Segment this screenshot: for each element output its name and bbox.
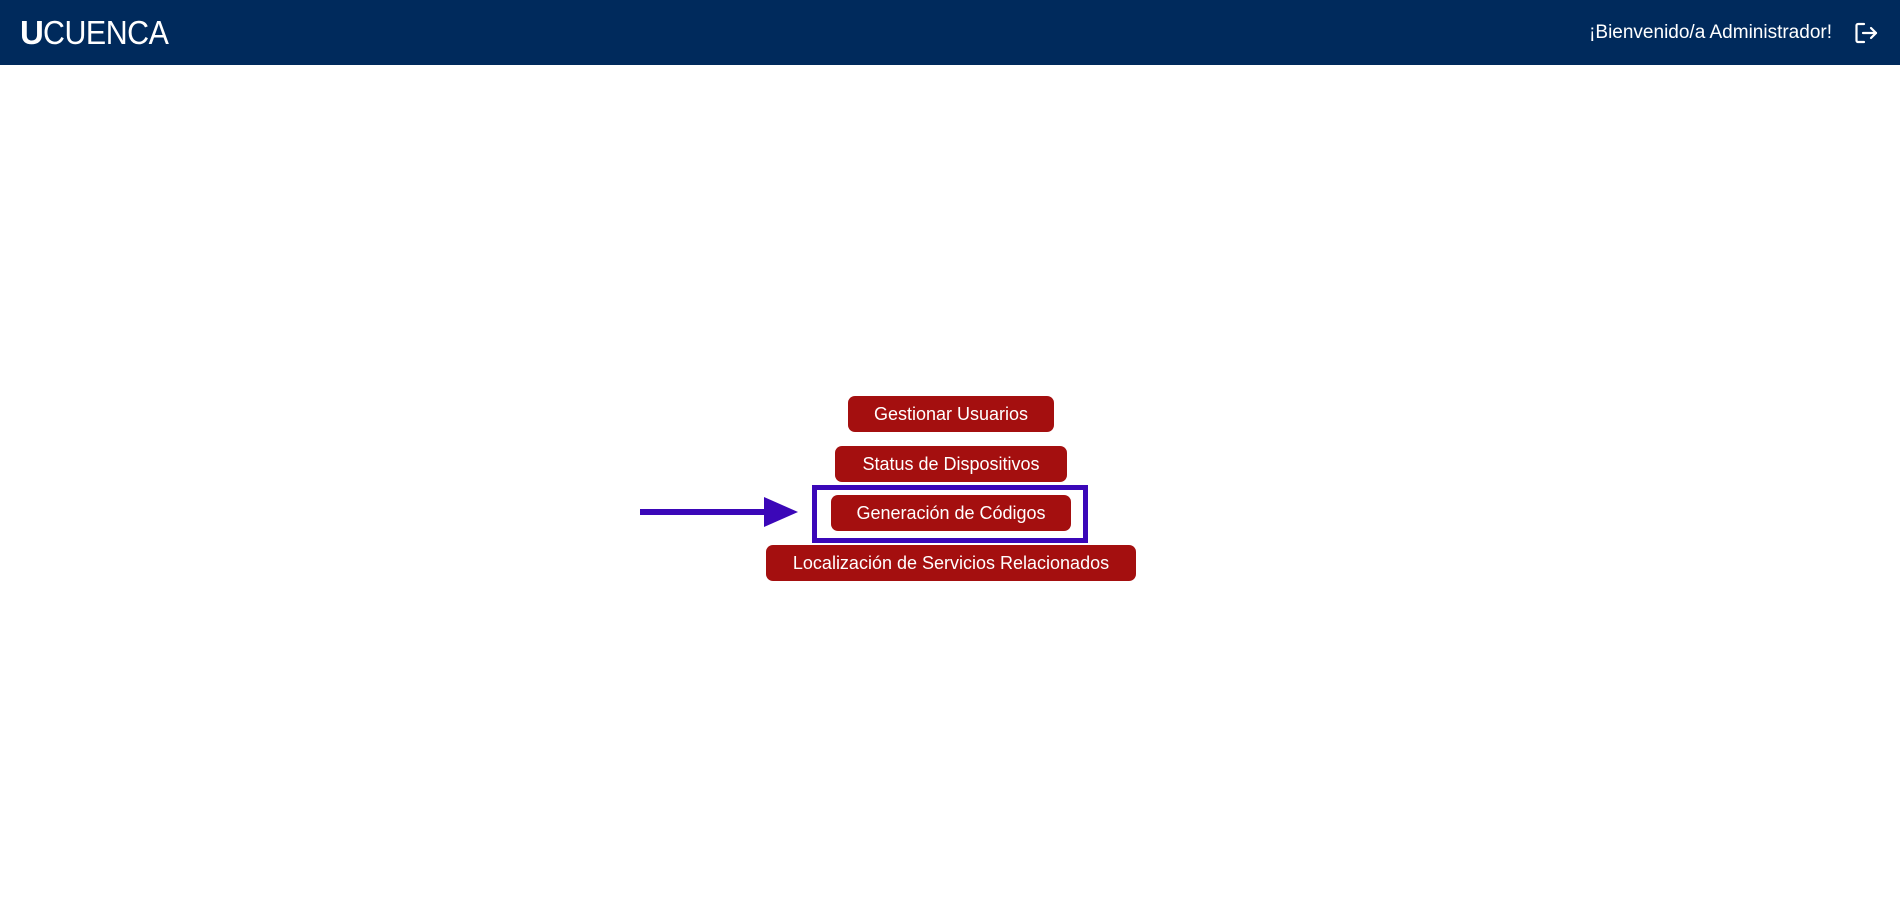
top-navbar: U CUENCA ¡Bienvenido/a Administrador! xyxy=(0,0,1900,65)
logo-text: CUENCA xyxy=(43,14,169,51)
gestionar-usuarios-button[interactable]: Gestionar Usuarios xyxy=(848,396,1054,432)
main-menu: Gestionar Usuarios Status de Dispositivo… xyxy=(0,0,1900,900)
welcome-message: ¡Bienvenido/a Administrador! xyxy=(1589,21,1832,43)
generacion-codigos-button[interactable]: Generación de Códigos xyxy=(831,495,1071,531)
pointer-arrow-icon xyxy=(640,497,798,527)
localizacion-servicios-button[interactable]: Localización de Servicios Relacionados xyxy=(766,545,1136,581)
status-dispositivos-button[interactable]: Status de Dispositivos xyxy=(835,446,1067,482)
user-area: ¡Bienvenido/a Administrador! xyxy=(1589,20,1880,46)
logout-icon-graphic xyxy=(1855,22,1878,43)
ucuenca-logo[interactable]: U CUENCA xyxy=(20,16,180,49)
logout-icon[interactable] xyxy=(1854,20,1880,46)
logo-u: U xyxy=(20,14,44,51)
